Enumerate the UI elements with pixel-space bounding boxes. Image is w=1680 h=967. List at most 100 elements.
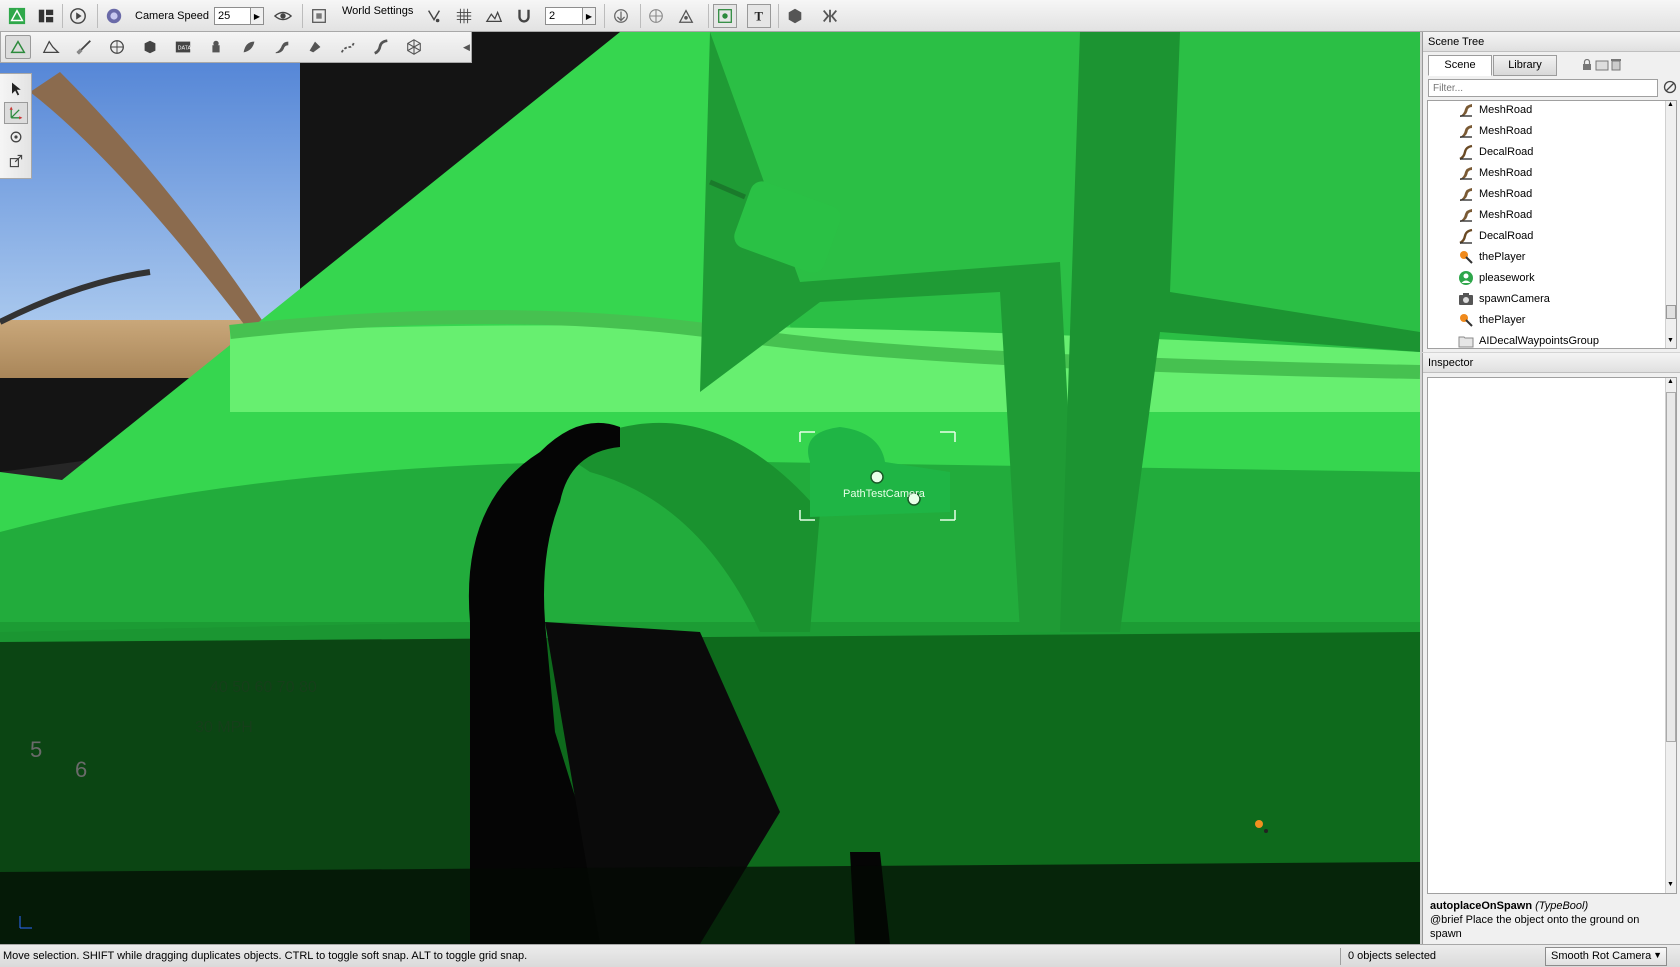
- status-bar: Move selection. SHIFT while dragging dup…: [0, 944, 1680, 967]
- main-toolbar: Camera Speed ▶ World Settings ▶ T: [0, 0, 1680, 32]
- text-toggle-icon[interactable]: T: [747, 4, 771, 28]
- svg-text:6: 6: [75, 757, 87, 782]
- snap-value-input[interactable]: [545, 7, 583, 25]
- rotate-tool-icon[interactable]: [4, 126, 28, 148]
- world-settings-button[interactable]: World Settings: [342, 5, 413, 17]
- snap-rotation-icon[interactable]: [422, 4, 446, 28]
- scene-tree-item[interactable]: pleasework: [1458, 267, 1535, 288]
- inspector-panel: Inspector ▲ ▼ autoplaceOnSpawn (TypeBool…: [1422, 353, 1680, 944]
- camera-speed-icon: [102, 4, 126, 28]
- 3d-viewport[interactable]: 40 50 60 70 80 30 MPH 5 6 PathTestCamera: [0, 32, 1420, 944]
- player-icon: [1458, 249, 1474, 265]
- mesh-road-editor-icon[interactable]: [368, 35, 394, 59]
- scene-tree-item[interactable]: DecalRoad: [1458, 141, 1533, 162]
- scene-tree-item-label: MeshRoad: [1479, 187, 1533, 200]
- inspector-body[interactable]: ▲ ▼: [1427, 377, 1677, 894]
- prefab-icon[interactable]: [783, 4, 807, 28]
- field-documentation: autoplaceOnSpawn (TypeBool) @brief Place…: [1430, 899, 1670, 941]
- scene-tree-item[interactable]: DecalRoad: [1458, 225, 1533, 246]
- camera-speed-arrow[interactable]: ▶: [250, 7, 264, 25]
- mesh-road-icon: [1458, 207, 1474, 223]
- world-transform-icon[interactable]: [713, 4, 737, 28]
- scene-tree-item-label: spawnCamera: [1479, 292, 1550, 305]
- particle-editor-icon[interactable]: [236, 35, 262, 59]
- scene-tree-item-label: pleasework: [1479, 271, 1535, 284]
- river-editor-icon[interactable]: [335, 35, 361, 59]
- tab-scene[interactable]: Scene: [1428, 55, 1492, 76]
- svg-text:30 MPH: 30 MPH: [195, 719, 253, 736]
- object-center-icon[interactable]: [674, 4, 698, 28]
- scene-tree-item[interactable]: thePlayer: [1458, 246, 1525, 267]
- camera-mode-dropdown[interactable]: Smooth Rot Camera ▼: [1545, 947, 1667, 966]
- play-game-icon[interactable]: [66, 4, 90, 28]
- tab-library[interactable]: Library: [1493, 55, 1557, 76]
- decal-road-icon: [1458, 144, 1474, 160]
- object-editor-tool-icon[interactable]: [5, 35, 31, 59]
- new-window-icon[interactable]: [1595, 59, 1609, 74]
- bounds-icon[interactable]: [644, 4, 668, 28]
- sketch-tool-icon[interactable]: [137, 35, 163, 59]
- mesh-road-icon: [1458, 186, 1474, 202]
- scene-render: 40 50 60 70 80 30 MPH 5 6: [0, 32, 1420, 944]
- scene-tree-item-label: DecalRoad: [1479, 229, 1534, 242]
- decal-editor-icon[interactable]: [302, 35, 328, 59]
- mesh-road-icon: [1458, 165, 1474, 181]
- folder-icon: [1458, 333, 1474, 349]
- terrain-editor-icon[interactable]: [38, 35, 64, 59]
- scene-tree-item-label: thePlayer: [1479, 250, 1526, 263]
- tool-palette: DATA ◀: [0, 32, 472, 63]
- fit-view-icon[interactable]: [307, 4, 331, 28]
- scene-tree-item[interactable]: MeshRoad: [1458, 162, 1532, 183]
- terrain-snap-icon[interactable]: [482, 4, 506, 28]
- scene-tree-item[interactable]: AIDecalWaypointsGroup: [1458, 330, 1600, 349]
- svg-text:DATA: DATA: [178, 46, 192, 52]
- window-layout-icon[interactable]: [34, 4, 58, 28]
- clear-filter-icon[interactable]: [1663, 80, 1677, 97]
- road-editor-icon[interactable]: [269, 35, 295, 59]
- scene-tree-item-label: DecalRoad: [1479, 145, 1534, 158]
- select-arrow-icon[interactable]: [4, 78, 28, 100]
- scene-tree-item-label: thePlayer: [1479, 313, 1526, 326]
- scene-tree-item[interactable]: thePlayer: [1458, 309, 1525, 330]
- grid-snap-icon[interactable]: [452, 4, 476, 28]
- material-editor-icon[interactable]: [104, 35, 130, 59]
- scene-filter-input[interactable]: [1428, 79, 1658, 97]
- datablock-editor-icon[interactable]: DATA: [170, 35, 196, 59]
- scene-tree-item-label: MeshRoad: [1479, 166, 1533, 179]
- palette-collapse-icon[interactable]: ◀: [463, 42, 470, 53]
- visibility-eye-icon[interactable]: [271, 4, 295, 28]
- scene-tree-item-label: MeshRoad: [1479, 103, 1533, 116]
- scene-tree-item[interactable]: spawnCamera: [1458, 288, 1550, 309]
- delete-bin-icon[interactable]: [1611, 58, 1621, 74]
- magnet-snap-icon[interactable]: [512, 4, 536, 28]
- status-message: Move selection. SHIFT while dragging dup…: [3, 950, 528, 962]
- forest-editor-icon[interactable]: [203, 35, 229, 59]
- player-icon: [1458, 312, 1474, 328]
- scene-tree-item[interactable]: MeshRoad: [1458, 204, 1532, 225]
- camera-path-icon: [1458, 270, 1474, 286]
- scene-tree-item[interactable]: MeshRoad: [1458, 120, 1532, 141]
- mesh-road-icon: [1458, 123, 1474, 139]
- camera-speed-label: Camera Speed: [135, 10, 209, 22]
- object-editor-icon[interactable]: [2, 4, 32, 28]
- scene-tree-item[interactable]: MeshRoad: [1458, 183, 1532, 204]
- scale-tool-icon[interactable]: [4, 150, 28, 172]
- inspector-scrollbar[interactable]: ▲ ▼: [1665, 378, 1676, 893]
- scene-tree-list[interactable]: MeshRoad MeshRoad DecalRoad MeshRoad MeshRoa…: [1427, 100, 1677, 349]
- terrain-painter-icon[interactable]: [71, 35, 97, 59]
- snap-value-arrow[interactable]: ▶: [582, 7, 596, 25]
- scene-tree-item-label: MeshRoad: [1479, 208, 1533, 221]
- lock-icon[interactable]: [1581, 58, 1593, 74]
- drop-to-ground-icon[interactable]: [609, 4, 633, 28]
- camera-icon: [1458, 291, 1474, 307]
- scene-tree-scrollbar[interactable]: ▲ ▼: [1665, 101, 1676, 348]
- field-type: (TypeBool): [1535, 900, 1589, 912]
- scene-tree-item-label: AIDecalWaypointsGroup: [1479, 334, 1600, 347]
- chevron-down-icon: ▼: [1653, 950, 1662, 960]
- navmesh-editor-icon[interactable]: [401, 35, 427, 59]
- explode-prefab-icon[interactable]: [815, 4, 845, 28]
- field-name: autoplaceOnSpawn: [1430, 900, 1533, 912]
- scene-tree-item[interactable]: MeshRoad: [1458, 101, 1533, 120]
- camera-speed-input[interactable]: [214, 7, 251, 25]
- move-tool-icon[interactable]: [4, 102, 28, 124]
